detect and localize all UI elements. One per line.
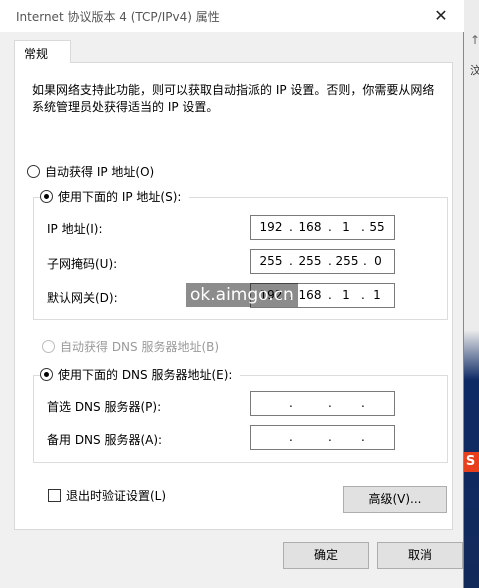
ip-octet-4: 55 bbox=[369, 220, 385, 234]
octet-separator: . bbox=[361, 430, 365, 444]
validate-on-exit-label: 退出时验证设置(L) bbox=[66, 489, 167, 503]
mask-octet-2: 255 bbox=[298, 254, 322, 268]
gw-octet-3: 1 bbox=[342, 288, 350, 302]
preferred-dns-input[interactable]: . . . bbox=[250, 391, 395, 416]
dns-manual-label: 使用下面的 DNS 服务器地址(E): bbox=[58, 367, 233, 382]
subnet-mask-input[interactable]: 255 . 255 . 255 . 0 bbox=[250, 249, 395, 274]
ip-address-label: IP 地址(I): bbox=[47, 222, 103, 236]
dns-manual-radio[interactable] bbox=[40, 367, 53, 381]
octet-separator: . bbox=[289, 430, 293, 444]
ip-manual-radio[interactable] bbox=[40, 189, 53, 203]
validate-on-exit-checkbox[interactable] bbox=[48, 489, 61, 502]
validate-on-exit-row[interactable]: 退出时验证设置(L) bbox=[48, 487, 166, 504]
gw-octet-4: 1 bbox=[373, 288, 381, 302]
desktop-app-badge-icon[interactable]: S bbox=[462, 452, 479, 472]
ip-auto-radio[interactable] bbox=[27, 164, 40, 178]
ip-address-input[interactable]: 192 . 168 . 1 . 55 bbox=[250, 215, 395, 240]
octet-separator: . bbox=[328, 288, 332, 302]
ip-manual-label: 使用下面的 IP 地址(S): bbox=[58, 189, 182, 204]
close-icon[interactable]: ✕ bbox=[418, 0, 464, 32]
alternate-dns-label: 备用 DNS 服务器(A): bbox=[47, 433, 163, 447]
desktop-arrow-icon: ↑ bbox=[470, 33, 479, 47]
ip-octet-2: 168 bbox=[298, 220, 322, 234]
description-text: 如果网络支持此功能，则可以获取自动指派的 IP 设置。否则，你需要从网络系统管理… bbox=[32, 83, 435, 114]
ip-auto-label: 自动获得 IP 地址(O) bbox=[45, 164, 155, 179]
octet-separator: . bbox=[361, 396, 365, 410]
ok-button[interactable]: 确定 bbox=[283, 542, 369, 569]
preferred-dns-label: 首选 DNS 服务器(P): bbox=[47, 400, 162, 414]
mask-octet-3: 255 bbox=[335, 254, 359, 268]
octet-separator: . bbox=[328, 254, 332, 268]
octet-separator: . bbox=[328, 220, 332, 234]
mask-octet-1: 255 bbox=[259, 254, 283, 268]
dns-auto-radio-row[interactable]: 自动获得 DNS 服务器地址(B) bbox=[42, 338, 219, 354]
title-bar[interactable]: Internet 协议版本 4 (TCP/IPv4) 属性 ✕ bbox=[0, 0, 464, 32]
octet-separator: . bbox=[289, 254, 293, 268]
octet-separator: . bbox=[328, 430, 332, 444]
dns-auto-radio[interactable] bbox=[42, 339, 55, 353]
window-title: Internet 协议版本 4 (TCP/IPv4) 属性 bbox=[16, 10, 220, 24]
octet-separator: . bbox=[289, 396, 293, 410]
tab-general[interactable]: 常规 bbox=[14, 40, 71, 63]
cancel-button[interactable]: 取消 bbox=[377, 542, 463, 569]
ip-auto-radio-row[interactable]: 自动获得 IP 地址(O) bbox=[27, 163, 154, 179]
default-gateway-label: 默认网关(D): bbox=[47, 291, 118, 305]
ip-octet-1: 192 bbox=[259, 220, 283, 234]
subnet-mask-label: 子网掩码(U): bbox=[47, 257, 118, 271]
dns-manual-radio-row[interactable]: 使用下面的 DNS 服务器地址(E): bbox=[40, 366, 241, 382]
mask-octet-4: 0 bbox=[374, 254, 382, 268]
octet-separator: . bbox=[289, 220, 293, 234]
desktop-background bbox=[464, 0, 479, 588]
alternate-dns-input[interactable]: . . . bbox=[250, 425, 395, 450]
advanced-button[interactable]: 高级(V)... bbox=[343, 486, 447, 513]
dns-auto-label: 自动获得 DNS 服务器地址(B) bbox=[60, 339, 220, 354]
octet-separator: . bbox=[328, 396, 332, 410]
desktop-text-fragment: 汶 bbox=[470, 64, 479, 77]
ip-octet-3: 1 bbox=[342, 220, 350, 234]
ip-manual-radio-row[interactable]: 使用下面的 IP 地址(S): bbox=[40, 188, 190, 204]
watermark-overlay: ok.aimgo.cn bbox=[186, 283, 298, 307]
gw-octet-2: 168 bbox=[298, 288, 322, 302]
